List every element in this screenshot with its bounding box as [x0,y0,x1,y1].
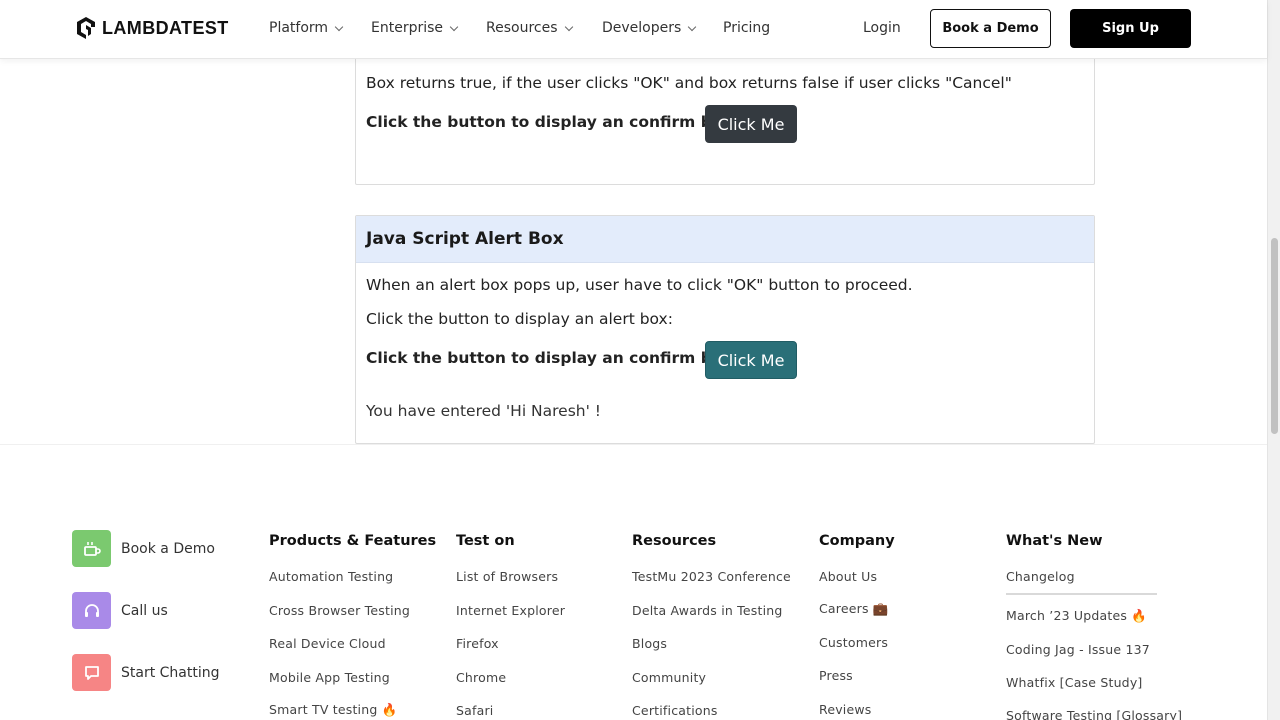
confirm-click-me-button[interactable]: Click Me [705,105,797,143]
confirm-prompt-text: Click the button to display an confirm b… [366,113,739,131]
footer-col-products: Products & Features Automation Testing C… [269,533,437,717]
footer-col-test-on: Test on List of Browsers Internet Explor… [456,533,565,718]
footer-book-demo[interactable]: Book a Demo [72,530,215,567]
sign-up-button[interactable]: Sign Up [1070,9,1191,48]
footer-link[interactable]: List of Browsers [456,569,558,584]
footer-link[interactable]: Blogs [632,636,667,651]
footer-link[interactable]: Customers [819,635,888,650]
nav-enterprise-label: Enterprise [371,20,444,36]
lambdatest-logo-icon [77,17,95,39]
footer-link[interactable]: Whatfix [Case Study] [1006,675,1143,690]
footer-link[interactable]: Software Testing [Glossary] [1006,708,1182,720]
nav-enterprise[interactable]: Enterprise [371,20,459,36]
footer-link[interactable]: Delta Awards in Testing [632,603,783,618]
nav-platform[interactable]: Platform [269,20,344,36]
footer-link[interactable]: TestMu 2023 Conference [632,569,791,584]
footer-col-title: Company [819,533,895,549]
footer-link[interactable]: Careers 💼 [819,601,889,617]
chevron-down-icon [449,22,459,31]
footer-link[interactable]: Community [632,670,706,685]
nav-resources-label: Resources [486,20,558,36]
confirm-prompt: Click the button to display an confirm b… [366,113,739,131]
footer-link[interactable]: Firefox [456,636,499,651]
nav-platform-label: Platform [269,20,329,36]
demo-icon [72,530,111,567]
footer-link[interactable]: Safari [456,703,493,718]
footer-link[interactable]: Real Device Cloud [269,636,386,651]
nav-developers-label: Developers [602,20,682,36]
footer-col-title: What's New [1006,533,1103,549]
footer-col-title: Test on [456,533,515,549]
login-link[interactable]: Login [863,20,901,36]
alert-instruction: Click the button to display an alert box… [366,310,673,328]
footer-link[interactable]: About Us [819,569,877,584]
scrollbar-thumb[interactable] [1271,238,1278,434]
footer-divider [1006,593,1157,595]
footer-link[interactable]: Changelog [1006,569,1075,584]
footer-book-demo-label: Book a Demo [121,540,215,557]
nav-pricing-label: Pricing [723,20,771,36]
chevron-down-icon [564,22,573,31]
chat-icon [72,654,111,691]
footer-link[interactable]: Smart TV testing 🔥 [269,702,397,718]
nav-developers[interactable]: Developers [602,20,697,36]
footer-link[interactable]: Coding Jag - Issue 137 [1006,642,1150,657]
footer-call-us-label: Call us [121,602,168,619]
footer-start-chatting[interactable]: Start Chatting [72,654,220,691]
alert-prompt: Click the button to display an confirm b… [366,349,739,367]
alert-box-title: Java Script Alert Box [356,216,1094,263]
footer-col-title: Products & Features [269,533,437,549]
footer-call-us[interactable]: Call us [72,592,168,629]
alert-box-card: Java Script Alert Box When an alert box … [355,215,1095,444]
alert-description: When an alert box pops up, user have to … [366,276,913,294]
footer: Book a Demo Call us Start Chatting Produ… [0,444,1267,720]
footer-col-company: Company About Us Careers 💼 Customers Pre… [819,533,895,717]
footer-link[interactable]: Internet Explorer [456,603,565,618]
nav-pricing[interactable]: Pricing [723,20,770,36]
chevron-down-icon [334,22,344,31]
footer-col-whats-new: What's New Changelog March ’23 Updates 🔥… [1006,533,1182,720]
footer-link[interactable]: Mobile App Testing [269,670,390,685]
footer-col-title: Resources [632,533,717,549]
footer-link[interactable]: Certifications [632,703,718,718]
alert-result-text: You have entered 'Hi Naresh' ! [366,402,602,420]
footer-col-resources: Resources TestMu 2023 Conference Delta A… [632,533,791,718]
footer-link[interactable]: Cross Browser Testing [269,603,410,618]
top-navbar: LAMBDATEST Platform Enterprise Resources… [0,0,1267,59]
footer-link[interactable]: Automation Testing [269,569,393,584]
page-scrollbar[interactable] [1267,0,1280,720]
footer-link[interactable]: Chrome [456,670,506,685]
confirm-box-card: Box returns true, if the user clicks "OK… [355,40,1095,185]
logo-text: LAMBDATEST [102,17,229,38]
nav-resources[interactable]: Resources [486,20,573,36]
footer-link[interactable]: March ’23 Updates 🔥 [1006,608,1147,624]
footer-link[interactable]: Press [819,668,853,683]
headset-icon [72,592,111,629]
book-demo-button[interactable]: Book a Demo [930,9,1051,48]
chevron-down-icon [688,22,697,31]
alert-click-me-button[interactable]: Click Me [705,341,797,379]
alert-prompt-text: Click the button to display an confirm b… [366,349,739,367]
footer-start-chatting-label: Start Chatting [121,664,220,681]
footer-link[interactable]: Reviews [819,702,872,717]
confirm-description: Box returns true, if the user clicks "OK… [366,74,1012,92]
lambdatest-logo[interactable]: LAMBDATEST [75,16,229,40]
